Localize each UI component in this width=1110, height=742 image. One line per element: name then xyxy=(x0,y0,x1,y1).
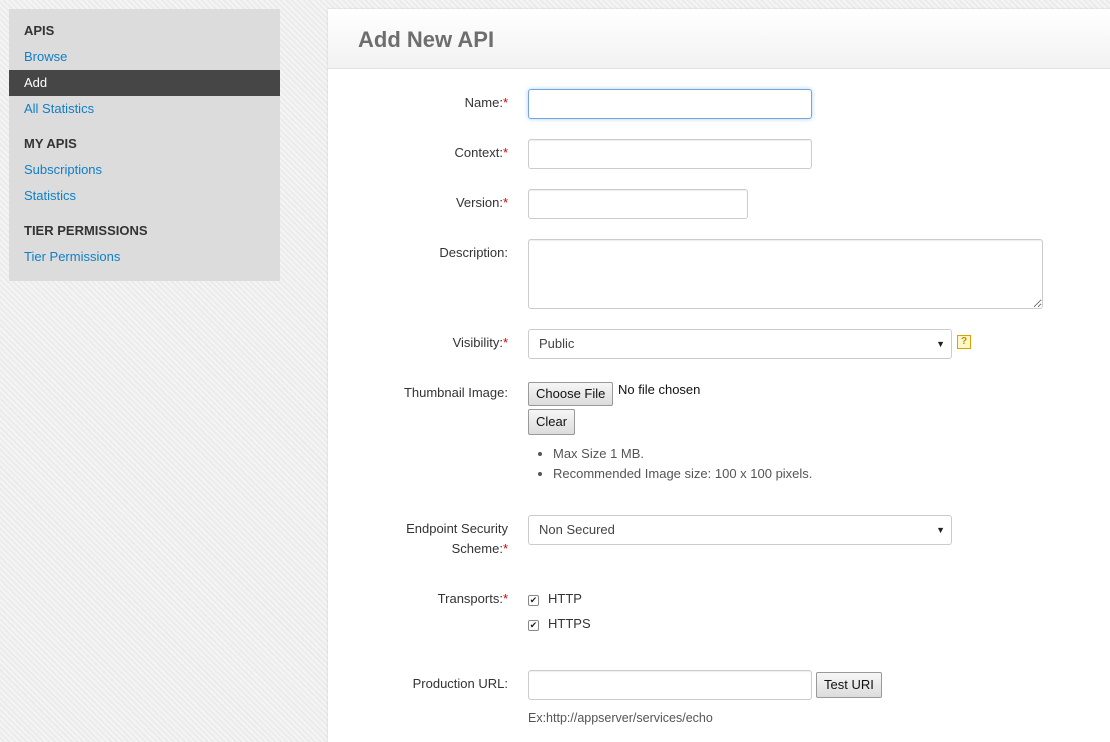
thumbnail-label: Thumbnail Image: xyxy=(403,385,508,400)
version-label: Version:* xyxy=(455,195,508,210)
check-icon: ✔ xyxy=(529,595,538,605)
https-label: HTTPS xyxy=(548,616,591,631)
page-header: Add New API xyxy=(328,9,1110,69)
sidebar-item-browse[interactable]: Browse xyxy=(9,44,280,70)
thumbnail-hints: Max Size 1 MB. Recommended Image size: 1… xyxy=(528,444,812,484)
production-url-label: Production URL: xyxy=(412,676,508,691)
http-checkbox[interactable]: ✔ xyxy=(528,595,539,606)
nav-header-my-apis: MY APIS xyxy=(24,136,77,151)
help-icon[interactable]: ? xyxy=(957,335,971,349)
sidebar-item-add[interactable]: Add xyxy=(9,70,280,96)
endpoint-security-label: Endpoint Security Scheme:* xyxy=(406,521,508,556)
visibility-select[interactable]: Public ▼ xyxy=(528,329,952,359)
page-title: Add New API xyxy=(358,27,495,52)
required-marker: * xyxy=(502,95,508,110)
endpoint-security-select[interactable]: Non Secured ▼ xyxy=(528,515,952,545)
sidebar-item-statistics[interactable]: Statistics xyxy=(9,183,280,209)
required-marker: * xyxy=(502,195,508,210)
https-checkbox[interactable]: ✔ xyxy=(528,620,539,631)
sidebar-item-tier-permissions[interactable]: Tier Permissions xyxy=(9,244,280,270)
production-url-example: Ex:http://appserver/services/echo xyxy=(528,711,713,725)
context-label: Context:* xyxy=(454,145,508,160)
clear-button[interactable]: Clear xyxy=(528,409,576,435)
required-marker: * xyxy=(502,591,508,606)
check-icon: ✔ xyxy=(529,620,538,630)
description-label: Description: xyxy=(439,245,508,260)
name-input[interactable] xyxy=(528,89,812,119)
hint-item: Max Size 1 MB. xyxy=(553,444,812,464)
no-file-text: No file chosen xyxy=(618,382,701,397)
context-input[interactable] xyxy=(528,139,812,169)
version-input[interactable] xyxy=(528,189,748,219)
http-label: HTTP xyxy=(548,591,582,606)
endpoint-security-selected-value: Non Secured xyxy=(539,522,615,537)
description-textarea[interactable] xyxy=(528,239,1043,309)
visibility-selected-value: Public xyxy=(539,336,575,351)
nav-header-tier-permissions: TIER PERMISSIONS xyxy=(24,223,148,238)
sidebar-item-subscriptions[interactable]: Subscriptions xyxy=(9,157,280,183)
required-marker: * xyxy=(502,335,508,350)
required-marker: * xyxy=(502,541,508,556)
nav-header-apis: APIS xyxy=(24,23,55,38)
choose-file-button[interactable]: Choose File xyxy=(528,382,614,406)
production-url-input[interactable] xyxy=(528,670,812,700)
visibility-label: Visibility:* xyxy=(452,335,508,350)
name-label: Name:* xyxy=(464,95,508,110)
chevron-down-icon: ▼ xyxy=(936,339,945,349)
sidebar: APIS Browse Add All Statistics MY APIS S… xyxy=(9,9,280,281)
test-uri-button[interactable]: Test URI xyxy=(816,672,882,698)
chevron-down-icon: ▼ xyxy=(936,525,945,535)
transports-label: Transports:* xyxy=(437,591,508,606)
main-panel: Add New API Name:* Context:* Version:* D… xyxy=(328,9,1110,742)
required-marker: * xyxy=(502,145,508,160)
sidebar-item-all-statistics[interactable]: All Statistics xyxy=(9,96,280,122)
hint-item: Recommended Image size: 100 x 100 pixels… xyxy=(553,464,812,484)
